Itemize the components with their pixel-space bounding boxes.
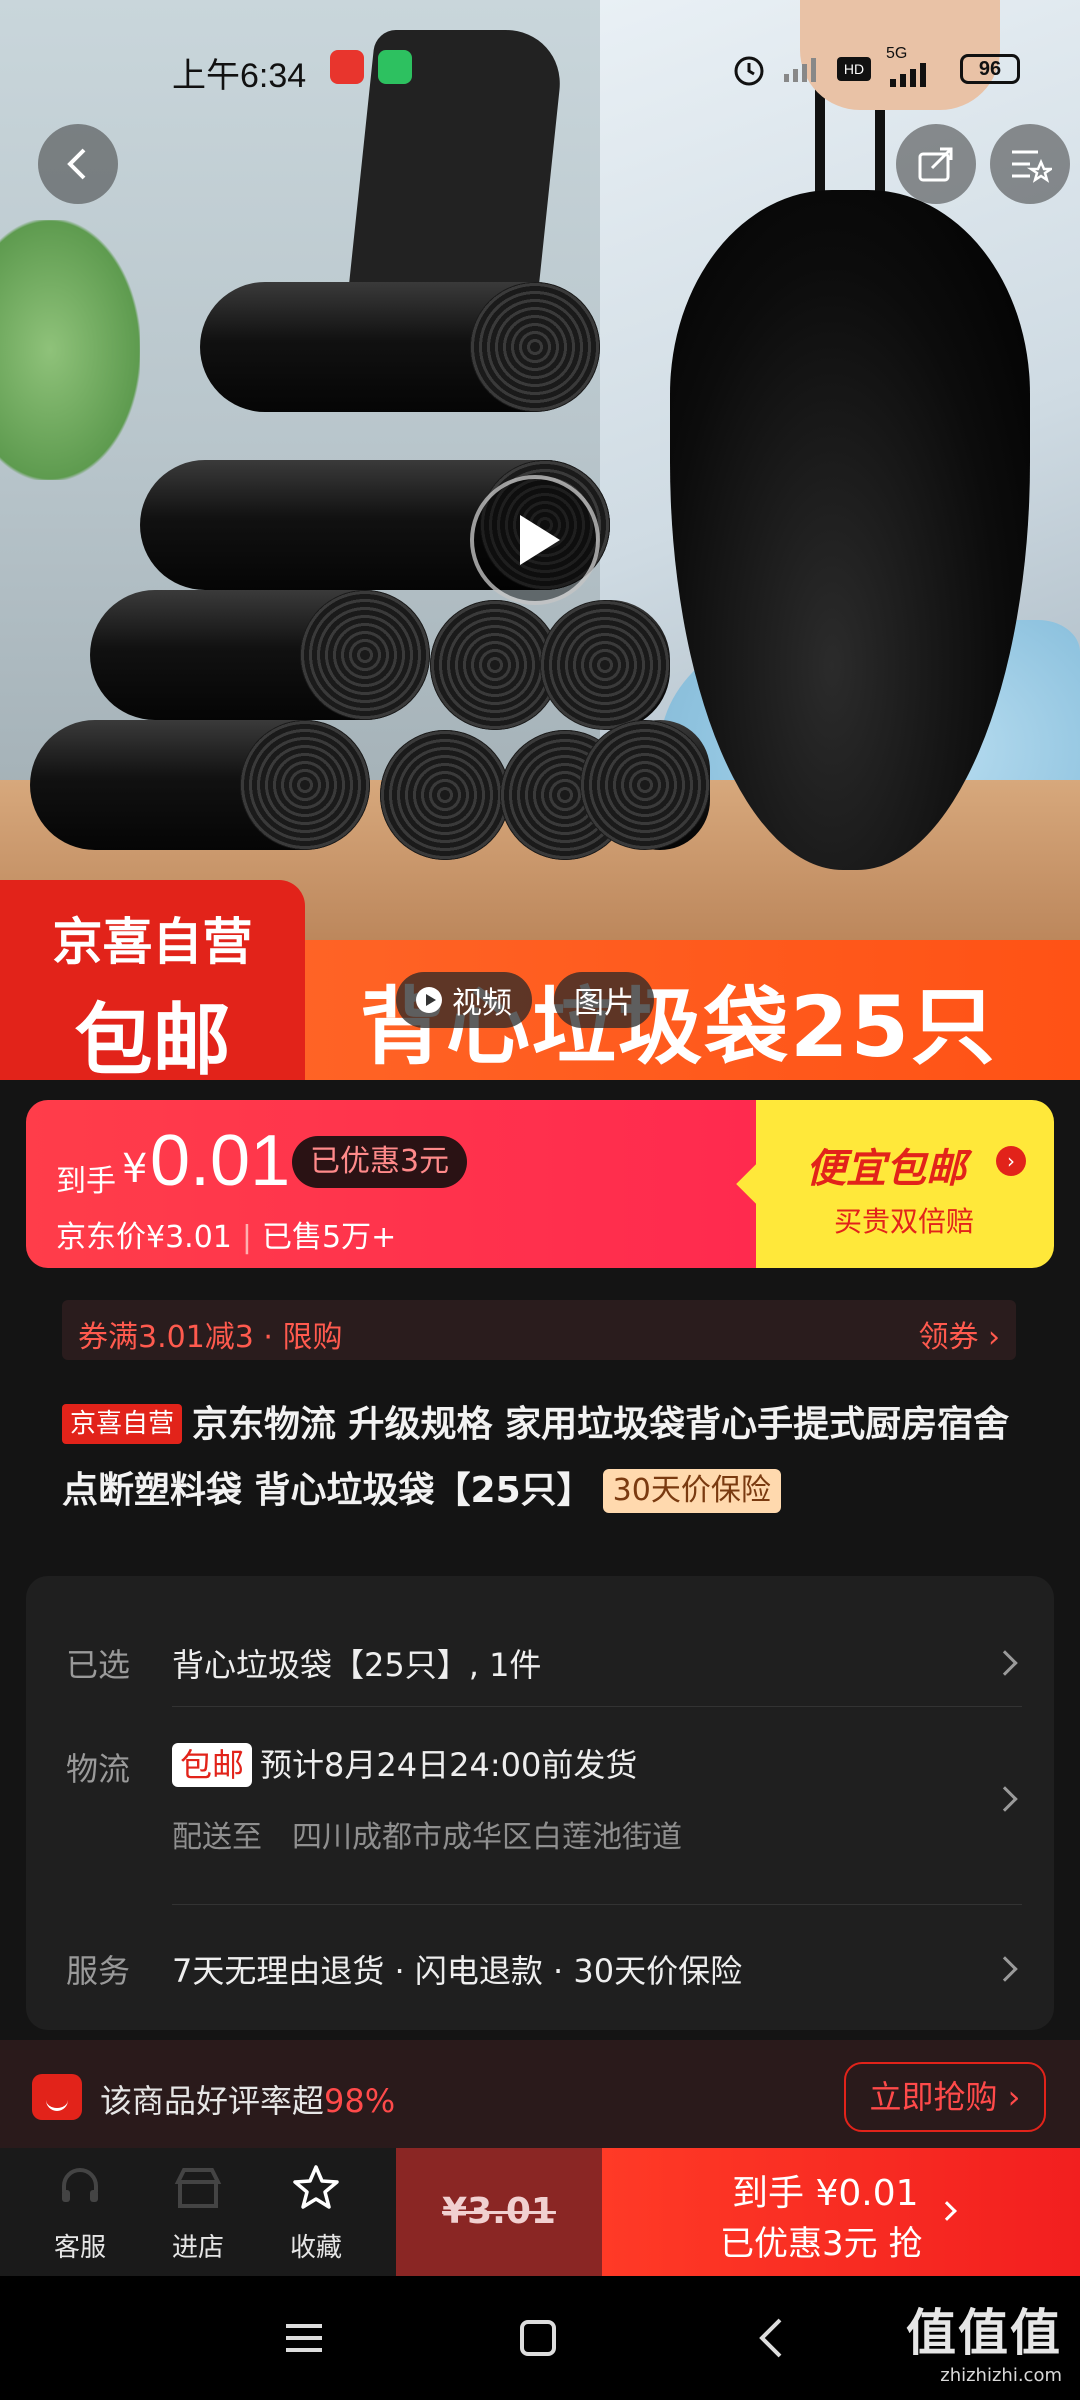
chevron-right-icon [992, 1650, 1018, 1676]
tab-images[interactable]: 图片 [554, 972, 654, 1028]
home-icon[interactable] [516, 2316, 560, 2360]
promo-title: 便宜包邮 [806, 1146, 966, 1192]
background-plant [0, 220, 140, 480]
divider [172, 1706, 1022, 1707]
back-nav-icon[interactable] [750, 2316, 794, 2360]
price-protect-tag[interactable]: 30天价保险 [602, 1469, 781, 1513]
shop-button[interactable]: 进店 [138, 2148, 258, 2276]
star-icon [293, 2165, 339, 2209]
promo-subtitle: 买贵双倍赔 [834, 1205, 975, 1238]
product-title-text: 京东物流 升级规格 家用垃圾袋背心手提式厨房宿舍点断塑料袋 背心垃圾袋【25只】 [62, 1404, 1010, 1511]
signal-icon [784, 58, 816, 82]
favorite-button[interactable]: 收藏 [256, 2148, 376, 2276]
bag-roll [200, 282, 600, 412]
bag-roll [90, 590, 430, 720]
qq-icon [426, 50, 460, 84]
buy-now-button[interactable]: 立即抢购 › [844, 2062, 1046, 2132]
badge-line-2: 包邮 [74, 996, 231, 1086]
final-price: 0.01 [150, 1121, 291, 1201]
wechat-icon [378, 50, 412, 84]
headset-icon [62, 2168, 98, 2202]
play-video-icon[interactable] [470, 475, 600, 605]
back-arrow-icon [67, 148, 86, 180]
logistics-label: 物流 [66, 1750, 131, 1788]
jd-price-value: 京东价¥3.01 [56, 1220, 232, 1255]
grab-price: 到手 ¥0.01 [732, 2173, 919, 2214]
bag-roll [540, 600, 670, 730]
coupon-text: 券满3.01减3 · 限购 [78, 1320, 343, 1355]
currency-symbol: ¥ [122, 1146, 148, 1192]
get-coupon-link[interactable]: 领券 › [918, 1312, 1000, 1356]
chevron-right-icon [992, 1956, 1018, 1982]
status-bar: 上午6:34 HD 5G 96 [0, 40, 1080, 110]
bag-roll [580, 720, 710, 850]
coupon-row[interactable]: 券满3.01减3 · 限购 领券 › [62, 1300, 1016, 1360]
customer-service-button[interactable]: 客服 [20, 2148, 140, 2276]
watermark-url: zhizhizhi.com [940, 2365, 1062, 2386]
5g-signal-icon: 5G [886, 45, 946, 87]
service-label: 服务 [66, 1952, 131, 1990]
favorite-label: 收藏 [289, 2233, 342, 2263]
more-menu-button[interactable] [990, 124, 1070, 204]
original-price-button[interactable]: ¥3.01 [396, 2148, 602, 2276]
weibo-icon [330, 50, 364, 84]
price-panel: 到手 ¥ 0.01 已优惠3元 京东价¥3.01 | 已售5万+ [26, 1100, 756, 1268]
recent-apps-icon[interactable] [282, 2316, 326, 2360]
system-icons: HD 5G 96 [730, 45, 1020, 88]
tab-video-label: 视频 [452, 986, 512, 1021]
customer-service-label: 客服 [53, 2233, 106, 2263]
share-button[interactable] [896, 124, 976, 204]
notification-icons [330, 50, 460, 84]
rating-percent: 98% [324, 2082, 396, 2120]
alarm-icon [734, 56, 764, 86]
final-price-label: 到手 [56, 1164, 116, 1199]
divider [172, 1904, 1022, 1905]
spec-card: 已选 背心垃圾袋【25只】, 1件 物流 包邮 预计8月24日24:00前发货 配… [26, 1576, 1054, 2030]
cheap-shipping-promo[interactable]: 便宜包邮 › 买贵双倍赔 [756, 1100, 1054, 1268]
product-title: 京喜自营 京东物流 升级规格 家用垃圾袋背心手提式厨房宿舍点断塑料袋 背心垃圾袋【… [62, 1392, 1022, 1524]
grab-deal-button[interactable]: 到手 ¥0.01 已优惠3元 抢 [602, 2148, 1080, 2276]
hd-icon: HD [837, 57, 871, 81]
shop-label: 进店 [171, 2233, 224, 2263]
selected-value: 背心垃圾袋【25只】, 1件 [172, 1646, 542, 1684]
service-value: 7天无理由退货 · 闪电退款 · 30天价保险 [172, 1952, 743, 1990]
jingxi-tag: 京喜自营 [62, 1404, 183, 1444]
chevron-right-icon [992, 1786, 1018, 1812]
smile-chat-icon [32, 2074, 82, 2120]
ship-to-address: 配送至 四川成都市成华区白莲池街道 [172, 1820, 682, 1855]
grab-discount: 已优惠3元 抢 [720, 2224, 923, 2264]
media-tabs: 视频 图片 [396, 972, 654, 1028]
system-nav-bar: 值值值 zhizhizhi.com [0, 2276, 1080, 2400]
promo-arrow-icon: › [996, 1146, 1026, 1176]
free-shipping-tag: 包邮 [172, 1743, 253, 1787]
logistics-value: 包邮 预计8月24日24:00前发货 [172, 1740, 637, 1787]
chevron-right-icon [937, 2201, 957, 2221]
bag-roll [380, 730, 510, 860]
menu-star-icon [1012, 150, 1052, 183]
price-card: 到手 ¥ 0.01 已优惠3元 京东价¥3.01 | 已售5万+ 便宜包邮 › 买贵… [26, 1100, 1054, 1268]
badge-line-1: 京喜自营 [52, 913, 253, 971]
share-icon [918, 147, 953, 182]
jd-price: 京东价¥3.01 | 已售5万+ [56, 1220, 397, 1255]
rating-label: 该商品好评率超 [100, 2082, 325, 2120]
rating-bar: 该商品好评率超98% 立即抢购 › [0, 2040, 1080, 2148]
tab-video[interactable]: 视频 [396, 972, 532, 1028]
status-time: 上午6:34 [172, 57, 307, 95]
tab-images-label: 图片 [574, 986, 634, 1021]
selected-label: 已选 [66, 1646, 131, 1684]
bag-roll [30, 720, 370, 850]
store-icon [174, 2168, 222, 2208]
sold-count: 已售5万+ [262, 1220, 397, 1255]
rating-text: 该商品好评率超98% [100, 2076, 395, 2122]
watermark: 值值值 zhizhizhi.com [906, 2293, 1062, 2386]
jingxi-badge: 京喜自营 包邮 [0, 880, 305, 1086]
ship-estimate: 预计8月24日24:00前发货 [260, 1746, 638, 1784]
back-button[interactable] [38, 124, 118, 204]
discount-badge: 已优惠3元 [292, 1136, 468, 1188]
play-small-icon [416, 987, 442, 1013]
svg-text:HD: HD [844, 61, 864, 77]
watermark-logo: 值值值 [906, 2304, 1062, 2362]
battery-indicator: 96 [960, 54, 1020, 84]
